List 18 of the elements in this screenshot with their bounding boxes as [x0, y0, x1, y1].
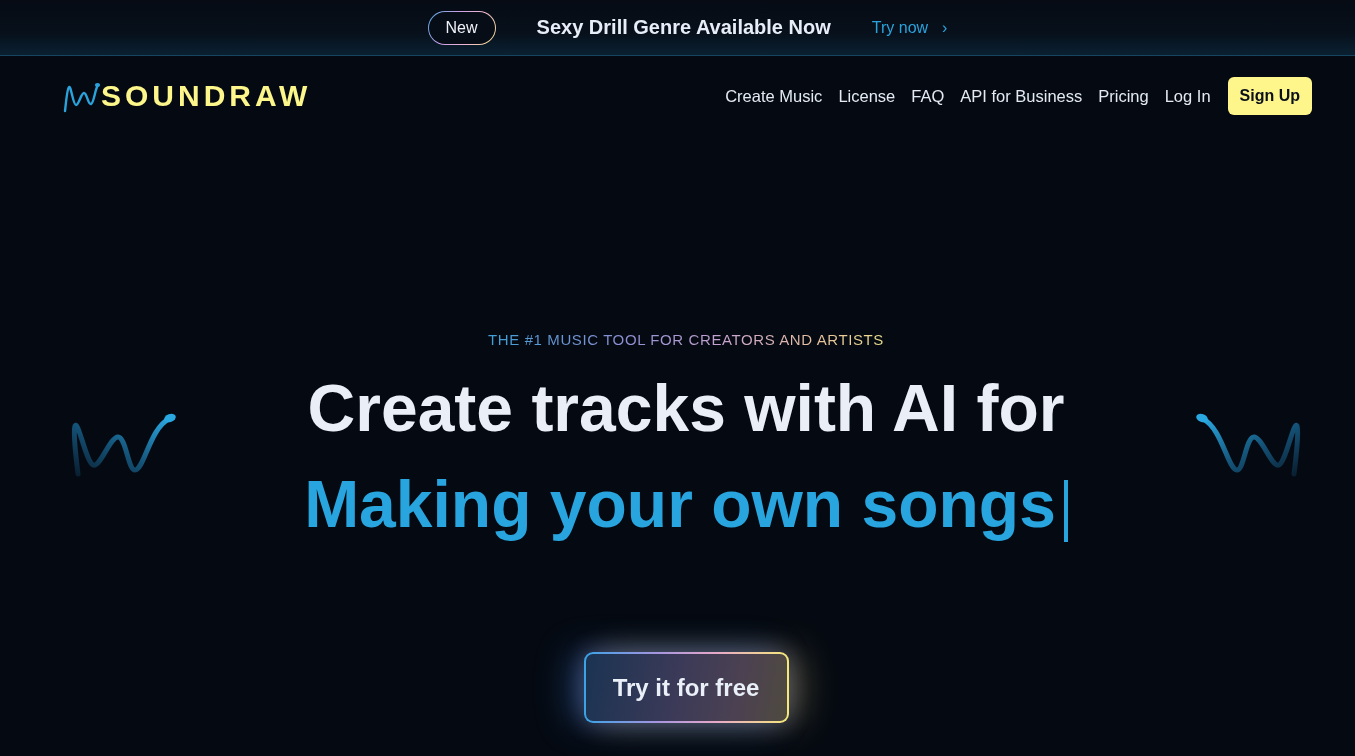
nav-link[interactable]: Create Music: [725, 86, 823, 106]
announcement-text: Sexy Drill Genre Available Now: [536, 16, 831, 39]
nav-link[interactable]: Log In: [1164, 86, 1211, 106]
hero-heading: Create tracks with AI for: [307, 370, 1065, 447]
squiggle-icon: [1194, 412, 1302, 478]
try-now-link[interactable]: Try now ›: [871, 18, 948, 37]
sign-up-button[interactable]: Sign Up: [1227, 77, 1312, 115]
try-free-button[interactable]: Try it for free: [583, 652, 789, 723]
nav-link[interactable]: API for Business: [960, 86, 1083, 106]
nav-link[interactable]: License: [838, 86, 896, 106]
wave-icon: [63, 81, 101, 113]
nav-link[interactable]: Pricing: [1098, 86, 1149, 106]
nav-link[interactable]: FAQ: [911, 86, 945, 106]
logo-link[interactable]: SOUNDRAW: [63, 79, 312, 113]
text-cursor-icon: [1063, 480, 1068, 542]
new-badge: New: [427, 10, 496, 45]
squiggle-icon: [70, 412, 178, 478]
typed-heading: Making your own songs: [304, 466, 1056, 543]
